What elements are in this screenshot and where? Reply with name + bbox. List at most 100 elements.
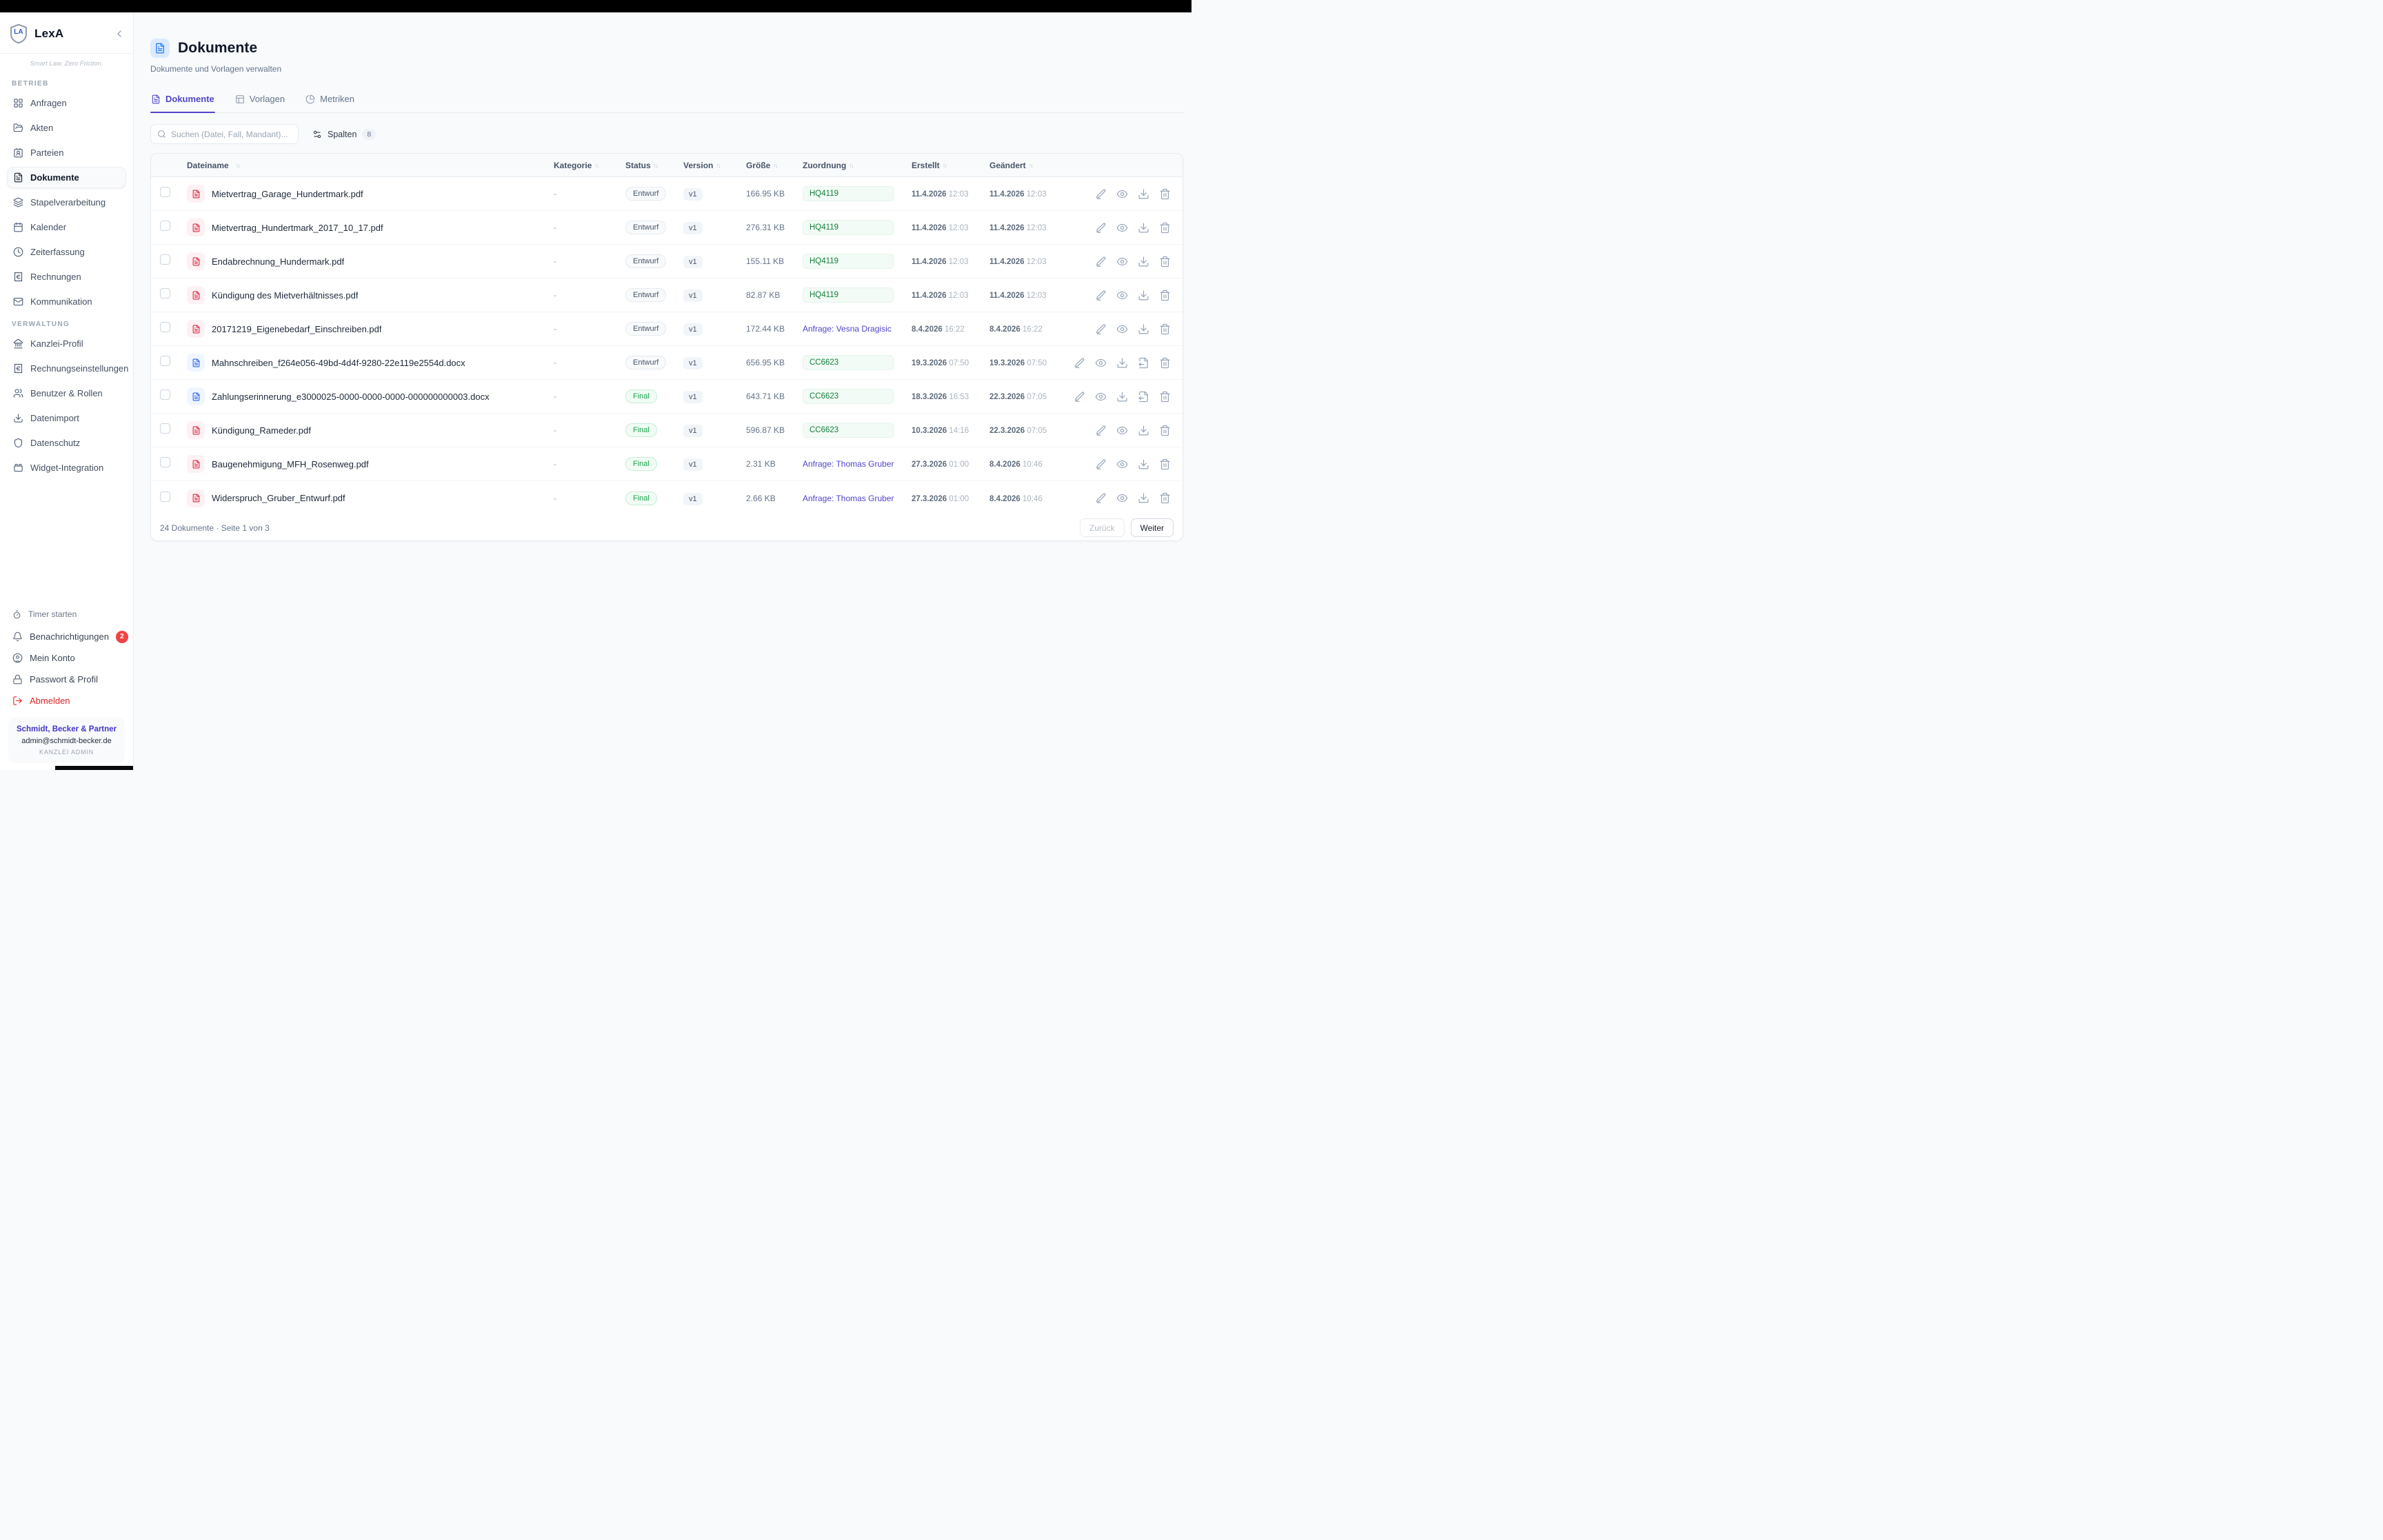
column-header-size[interactable]: Größe↑↓ (746, 161, 803, 170)
delete-button[interactable] (1159, 357, 1171, 369)
column-header-created[interactable]: Erstellt↑↓ (912, 161, 989, 170)
edit-button[interactable] (1095, 188, 1107, 200)
assignment-link[interactable]: Anfrage: Vesna Dragisic (803, 324, 892, 334)
column-header-status[interactable]: Status↑↓ (625, 161, 683, 170)
download-button[interactable] (1116, 357, 1128, 369)
filename[interactable]: Endabrechnung_Hundermark.pdf (212, 256, 344, 267)
sidebar-item-kanzlei-profil[interactable]: Kanzlei-Profil (7, 333, 126, 354)
filename[interactable]: Widerspruch_Gruber_Entwurf.pdf (212, 493, 345, 503)
edit-button[interactable] (1074, 357, 1085, 369)
row-checkbox[interactable] (160, 254, 170, 265)
prev-page-button[interactable]: Zurück (1080, 518, 1125, 537)
delete-button[interactable] (1159, 458, 1171, 470)
row-checkbox[interactable] (160, 492, 170, 502)
tab-vorlagen[interactable]: Vorlagen (234, 94, 285, 112)
delete-button[interactable] (1159, 323, 1171, 335)
filename[interactable]: Kündigung_Rameder.pdf (212, 425, 311, 436)
filename[interactable]: Baugenehmigung_MFH_Rosenweg.pdf (212, 459, 369, 469)
sidebar-item-kalender[interactable]: Kalender (7, 216, 126, 238)
sidebar-item-passwort-&-profil[interactable]: Passwort & Profil (7, 669, 126, 689)
view-button[interactable] (1095, 391, 1107, 403)
assignment-link[interactable]: Anfrage: Thomas Gruber (803, 459, 894, 469)
view-button[interactable] (1116, 323, 1128, 335)
filename[interactable]: Mietvertrag_Hundertmark_2017_10_17.pdf (212, 223, 383, 233)
delete-button[interactable] (1159, 391, 1171, 403)
sidebar-item-rechnungseinstellungen[interactable]: Rechnungseinstellungen (7, 358, 126, 379)
edit-button[interactable] (1095, 425, 1107, 436)
download-button[interactable] (1138, 188, 1149, 200)
edit-button[interactable] (1074, 391, 1085, 403)
sidebar-item-benutzer-&-rollen[interactable]: Benutzer & Rollen (7, 383, 126, 404)
row-checkbox[interactable] (160, 423, 170, 434)
row-checkbox[interactable] (160, 187, 170, 197)
row-checkbox[interactable] (160, 457, 170, 467)
sidebar-item-abmelden[interactable]: Abmelden (7, 691, 126, 711)
sidebar-item-timer-starten[interactable]: Timer starten (7, 605, 126, 623)
download-button[interactable] (1138, 323, 1149, 335)
column-header-version[interactable]: Version↑↓ (683, 161, 746, 170)
convert-button[interactable] (1138, 357, 1149, 369)
column-header-category[interactable]: Kategorie↑↓ (554, 161, 625, 170)
delete-button[interactable] (1159, 188, 1171, 200)
download-button[interactable] (1138, 222, 1149, 234)
sidebar-item-widget-integration[interactable]: Widget-Integration (7, 457, 126, 478)
view-button[interactable] (1116, 222, 1128, 234)
delete-button[interactable] (1159, 222, 1171, 234)
edit-button[interactable] (1095, 222, 1107, 234)
filename[interactable]: Kündigung des Mietverhältnisses.pdf (212, 290, 358, 301)
download-button[interactable] (1138, 425, 1149, 436)
convert-button[interactable] (1138, 391, 1149, 403)
next-page-button[interactable]: Weiter (1131, 518, 1174, 537)
column-header-modified[interactable]: Geändert↑↓ (989, 161, 1079, 170)
column-header-name[interactable]: Dateiname↑↓ (184, 161, 554, 170)
sidebar-item-zeiterfassung[interactable]: Zeiterfassung (7, 241, 126, 263)
filename[interactable]: Zahlungserinnerung_e3000025-0000-0000-00… (212, 392, 490, 402)
delete-button[interactable] (1159, 492, 1171, 504)
row-checkbox[interactable] (160, 322, 170, 332)
edit-button[interactable] (1095, 290, 1107, 301)
row-checkbox[interactable] (160, 389, 170, 400)
column-header-assign[interactable]: Zuordnung↑↓ (803, 161, 912, 170)
view-button[interactable] (1116, 290, 1128, 301)
download-button[interactable] (1116, 391, 1128, 403)
search-input[interactable] (171, 130, 292, 139)
sidebar-item-benachrichtigungen[interactable]: Benachrichtigungen2 (7, 627, 126, 647)
download-button[interactable] (1138, 492, 1149, 504)
view-button[interactable] (1116, 492, 1128, 504)
sidebar-item-rechnungen[interactable]: Rechnungen (7, 266, 126, 287)
tab-dokumente[interactable]: Dokumente (150, 94, 215, 112)
delete-button[interactable] (1159, 290, 1171, 301)
download-button[interactable] (1138, 290, 1149, 301)
delete-button[interactable] (1159, 425, 1171, 436)
sidebar-item-dokumente[interactable]: Dokumente (7, 167, 126, 188)
assignment-link[interactable]: Anfrage: Thomas Gruber (803, 494, 894, 503)
sidebar-collapse-button[interactable] (114, 28, 125, 39)
filename[interactable]: 20171219_Eigenebedarf_Einschreiben.pdf (212, 324, 381, 334)
sidebar-item-datenschutz[interactable]: Datenschutz (7, 432, 126, 454)
columns-button[interactable]: Spalten 8 (307, 124, 381, 144)
filename[interactable]: Mietvertrag_Garage_Hundertmark.pdf (212, 189, 363, 199)
edit-button[interactable] (1095, 458, 1107, 470)
filename[interactable]: Mahnschreiben_f264e056-49bd-4d4f-9280-22… (212, 358, 465, 368)
tab-metriken[interactable]: Metriken (305, 94, 355, 112)
sidebar-item-parteien[interactable]: Parteien (7, 142, 126, 163)
view-button[interactable] (1116, 425, 1128, 436)
sidebar-item-stapelverarbeitung[interactable]: Stapelverarbeitung (7, 192, 126, 213)
row-checkbox[interactable] (160, 221, 170, 231)
download-button[interactable] (1138, 458, 1149, 470)
row-checkbox[interactable] (160, 356, 170, 366)
sidebar-item-kommunikation[interactable]: Kommunikation (7, 291, 126, 312)
sidebar-item-datenimport[interactable]: Datenimport (7, 407, 126, 429)
sidebar-item-mein-konto[interactable]: Mein Konto (7, 648, 126, 668)
edit-button[interactable] (1095, 323, 1107, 335)
view-button[interactable] (1116, 256, 1128, 267)
edit-button[interactable] (1095, 256, 1107, 267)
account-card[interactable]: Schmidt, Becker & Partner admin@schmidt-… (8, 718, 125, 763)
row-checkbox[interactable] (160, 288, 170, 298)
download-button[interactable] (1138, 256, 1149, 267)
delete-button[interactable] (1159, 256, 1171, 267)
sidebar-item-akten[interactable]: Akten (7, 117, 126, 139)
view-button[interactable] (1116, 188, 1128, 200)
view-button[interactable] (1095, 357, 1107, 369)
edit-button[interactable] (1095, 492, 1107, 504)
